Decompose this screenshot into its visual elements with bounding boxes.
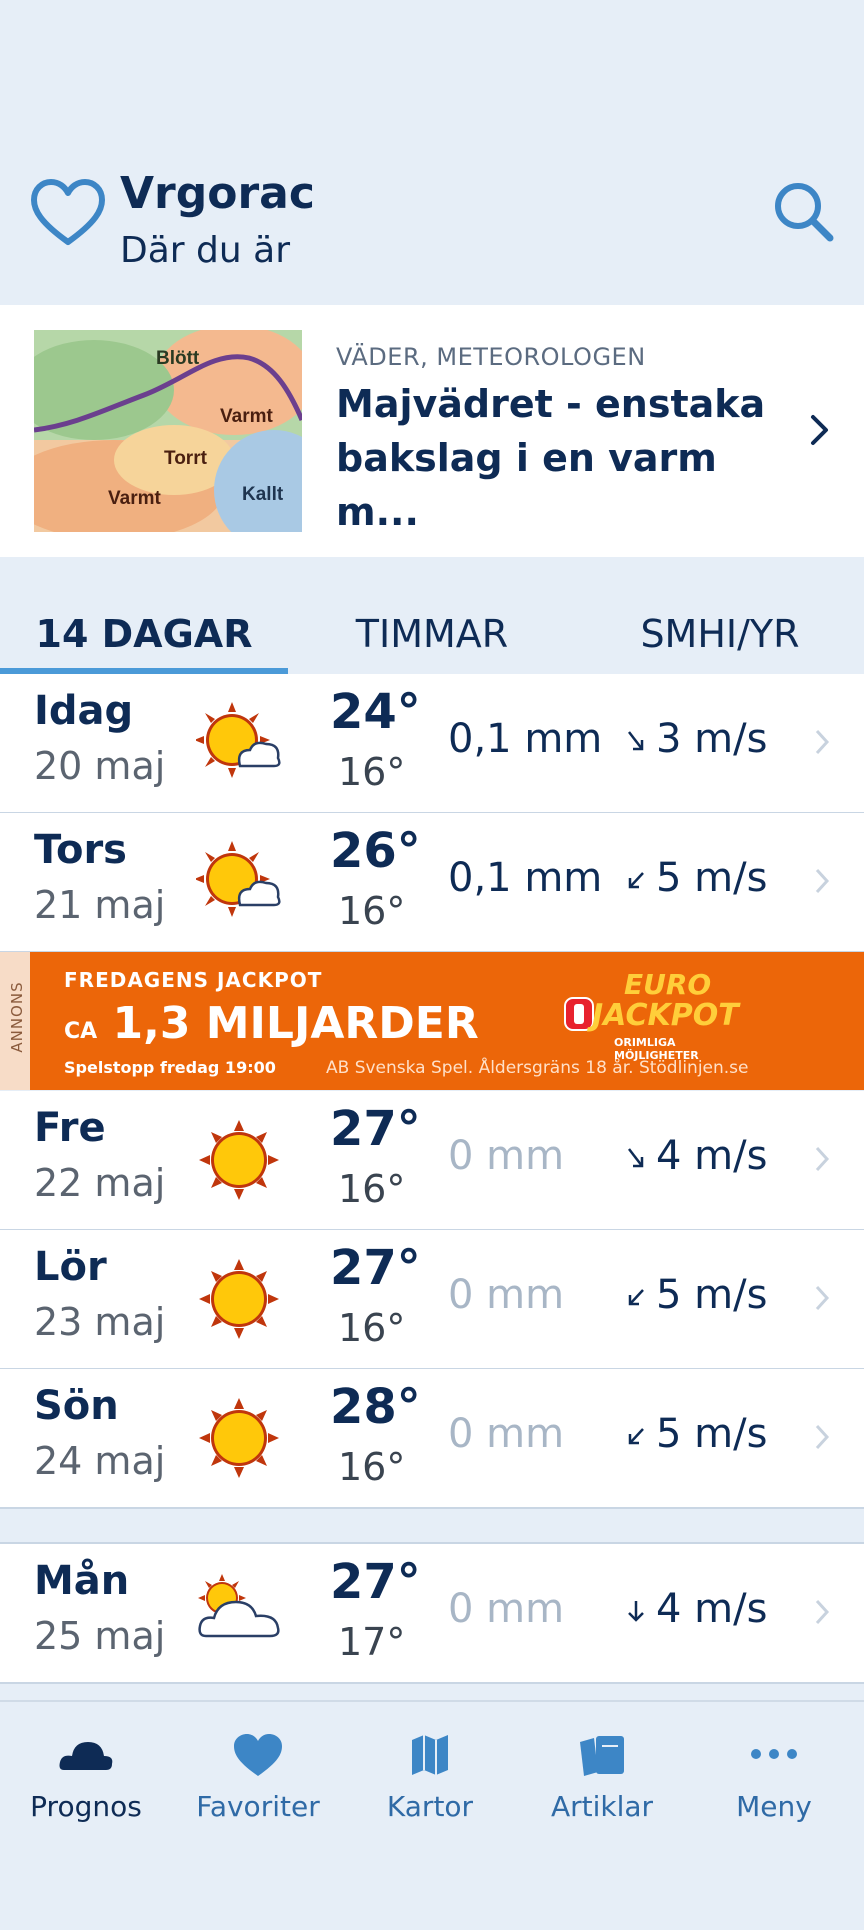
map-label-varmt-1: Varmt [220, 406, 273, 427]
cloud-icon [59, 1742, 113, 1770]
map-label-torrt: Torrt [164, 448, 208, 469]
eurojackpot-logo: EURO JACKPOT ORIMLIGA MÖJLIGHETER [560, 968, 740, 1062]
forecast-low-temp: 16° [338, 1445, 406, 1489]
ad-deadline: Spelstopp fredag 19:00 [64, 1058, 276, 1077]
heart-outline-icon[interactable] [30, 178, 106, 248]
forecast-wind: 3 m/s [656, 716, 768, 762]
forecast-wind: 5 m/s [656, 1272, 768, 1318]
ad-headline: FREDAGENS JACKPOT [64, 968, 323, 992]
tab-timmar[interactable]: TIMMAR [288, 600, 576, 674]
ad-tag: ANNONS [0, 952, 30, 1090]
forecast-precipitation: 0 mm [448, 1272, 565, 1318]
wind-arrow-down-icon [628, 1601, 644, 1622]
forecast-row[interactable]: Tors 21 maj 26° 16° 0,1 mm 5 m/s [0, 813, 864, 953]
nav-prognos[interactable]: Prognos [0, 1732, 172, 1832]
forecast-date: 23 maj [34, 1300, 166, 1344]
wind-arrow-down-left-icon [628, 872, 644, 889]
tab-14-dagar[interactable]: 14 DAGAR [0, 600, 288, 674]
forecast-wind: 4 m/s [656, 1586, 768, 1632]
articles-icon [580, 1736, 624, 1776]
nav-meny[interactable]: Meny [688, 1732, 860, 1832]
ad-amount: CA 1,3 MILJARDER [64, 998, 479, 1049]
forecast-precipitation: 0 mm [448, 1411, 565, 1457]
forecast-precipitation: 0 mm [448, 1133, 565, 1179]
chevron-right-icon [815, 1285, 830, 1311]
forecast-day: Idag [34, 688, 134, 734]
sun-icon [199, 1259, 279, 1339]
forecast-low-temp: 17° [338, 1620, 406, 1664]
more-icon [751, 1749, 797, 1759]
article-card[interactable]: Blött Varmt Torrt Varmt Kallt VÄDER, MET… [0, 305, 864, 557]
forecast-day: Tors [34, 827, 127, 873]
search-icon[interactable] [772, 180, 836, 244]
forecast-day: Fre [34, 1105, 106, 1151]
forecast-row[interactable]: Fre 22 maj 27° 16° 0 mm 4 m/s [0, 1091, 864, 1231]
forecast-date: 24 maj [34, 1439, 166, 1483]
forecast-wind: 4 m/s [656, 1133, 768, 1179]
forecast-high-temp: 26° [330, 823, 421, 879]
forecast-date: 22 maj [34, 1161, 166, 1205]
chevron-right-icon [815, 1599, 830, 1625]
forecast-high-temp: 27° [330, 1101, 421, 1157]
forecast-row[interactable]: Idag 20 maj 24° 16° 0,1 mm 3 m/s [0, 674, 864, 814]
wind-arrow-down-left-icon [628, 1428, 644, 1445]
nav-kartor[interactable]: Kartor [344, 1732, 516, 1832]
forecast-day: Sön [34, 1383, 119, 1429]
forecast-high-temp: 28° [330, 1379, 421, 1435]
bottom-nav: Prognos Favoriter Kartor Artiklar Meny [0, 1700, 864, 1930]
forecast-high-temp: 27° [330, 1240, 421, 1296]
forecast-wind: 5 m/s [656, 1411, 768, 1457]
wind-arrow-down-right-icon [628, 731, 644, 751]
tab-smhi-yr[interactable]: SMHI/YR [576, 600, 864, 674]
cloud-sun-icon [198, 1574, 280, 1638]
forecast-date: 20 maj [34, 744, 166, 788]
location-subtitle: Där du är [120, 230, 290, 271]
forecast-low-temp: 16° [338, 889, 406, 933]
forecast-high-temp: 24° [330, 684, 421, 740]
location-name[interactable]: Vrgorac [120, 168, 315, 219]
map-label-kallt: Kallt [242, 484, 284, 505]
wind-arrow-down-right-icon [628, 1148, 644, 1168]
forecast-row[interactable]: Lör 23 maj 27° 16° 0 mm 5 m/s [0, 1230, 864, 1370]
ad-banner[interactable]: ANNONS FREDAGENS JACKPOT CA 1,3 MILJARDE… [0, 952, 864, 1090]
map-icon [412, 1735, 448, 1775]
location-header: Vrgorac Där du är [0, 0, 864, 305]
article-category: VÄDER, METEOROLOGEN [336, 343, 646, 371]
map-label-varmt-2: Varmt [108, 488, 161, 509]
nav-favoriter[interactable]: Favoriter [172, 1732, 344, 1832]
forecast-date: 21 maj [34, 883, 166, 927]
forecast-row[interactable]: Sön 24 maj 28° 16° 0 mm 5 m/s [0, 1369, 864, 1509]
nav-artiklar[interactable]: Artiklar [516, 1732, 688, 1832]
article-title[interactable]: Majvädret - enstaka bakslag i en varm m.… [336, 377, 796, 539]
forecast-wind: 5 m/s [656, 855, 768, 901]
forecast-high-temp: 27° [330, 1554, 421, 1610]
chevron-right-icon [811, 415, 828, 445]
forecast-low-temp: 16° [338, 750, 406, 794]
forecast-day: Mån [34, 1558, 130, 1604]
chevron-right-icon [815, 868, 830, 894]
chevron-right-icon [815, 729, 830, 755]
sun-icon [199, 1398, 279, 1478]
sun-cloud-icon [196, 841, 281, 917]
forecast-row[interactable]: Mån 25 maj 27° 17° 0 mm 4 m/s [0, 1542, 864, 1684]
forecast-precipitation: 0,1 mm [448, 855, 603, 901]
forecast-precipitation: 0,1 mm [448, 716, 603, 762]
forecast-tabs: 14 DAGAR TIMMAR SMHI/YR [0, 600, 864, 674]
forecast-low-temp: 16° [338, 1167, 406, 1211]
forecast-precipitation: 0 mm [448, 1586, 565, 1632]
forecast-date: 25 maj [34, 1614, 166, 1658]
forecast-day: Lör [34, 1244, 107, 1290]
chevron-right-icon [815, 1424, 830, 1450]
sun-cloud-icon [196, 702, 281, 778]
heart-icon [234, 1734, 282, 1776]
map-label-blott: Blött [156, 348, 200, 369]
sun-icon [199, 1120, 279, 1200]
chevron-right-icon [815, 1146, 830, 1172]
forecast-low-temp: 16° [338, 1306, 406, 1350]
wind-arrow-down-left-icon [628, 1289, 644, 1306]
svenska-spel-logo-icon [564, 997, 594, 1031]
weather-map-image: Blött Varmt Torrt Varmt Kallt [34, 330, 302, 532]
